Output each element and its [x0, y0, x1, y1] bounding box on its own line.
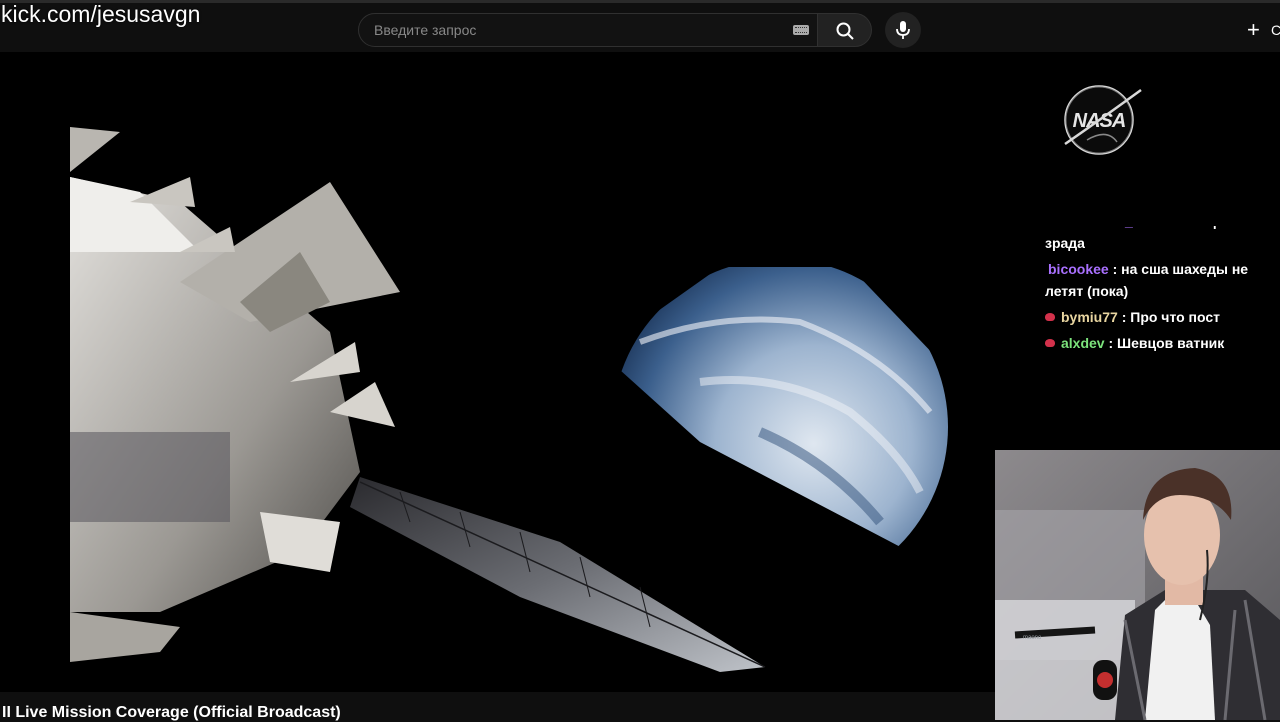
chat-username[interactable]: bicookee	[1048, 261, 1109, 277]
keyboard-icon[interactable]	[793, 25, 809, 35]
chat-overlay: ZEEZBOBA_PRIME : то фейк та зрада bicooke…	[1045, 226, 1277, 358]
search-input[interactable]	[372, 14, 772, 46]
chat-message: ZEEZBOBA_PRIME : то фейк та зрада	[1045, 213, 1277, 254]
voice-search-button[interactable]	[885, 12, 921, 48]
chat-username[interactable]: bymiu77	[1061, 309, 1118, 325]
microphone-icon	[896, 21, 910, 39]
stream-url-overlay: kick.com/jesusavgn	[1, 1, 201, 27]
chat-badge-icon	[1045, 339, 1055, 347]
chat-text: : Шевцов ватник	[1108, 335, 1225, 351]
mic-brand-label: maono	[1023, 635, 1042, 641]
video-title[interactable]: II Live Mission Coverage (Official Broad…	[2, 704, 341, 722]
chat-badge-icon	[1045, 313, 1055, 321]
chat-message: alxdev : Шевцов ватник	[1045, 332, 1277, 354]
video-player[interactable]	[0, 52, 995, 692]
chat-username[interactable]: ZEEZBOBA_PRIME	[1048, 226, 1177, 229]
search-button[interactable]	[818, 13, 872, 47]
search-icon	[836, 22, 854, 40]
stream-overlay-panel: NASA ZEEZBOBA_PRIME : то фейк та зрада bi…	[995, 52, 1280, 450]
streamer-camera: maono	[995, 450, 1280, 720]
create-label: С	[1271, 22, 1280, 38]
chat-username[interactable]: alxdev	[1061, 335, 1105, 351]
chat-text: : Про что пост	[1121, 309, 1221, 325]
chat-message: bicookee : на сша шахеды не летят (пока)	[1045, 258, 1277, 302]
video-title-bar: II Live Mission Coverage (Official Broad…	[0, 692, 995, 722]
chat-text: : то фейк та зрада	[1045, 213, 1263, 251]
nasa-logo: NASA	[1064, 85, 1142, 155]
plus-icon: +	[1247, 17, 1260, 42]
chat-message: bymiu77 : Про что пост	[1045, 306, 1277, 328]
create-button[interactable]: + С	[1244, 17, 1280, 43]
webcam-feed: maono	[995, 450, 1280, 720]
video-frame	[0, 52, 995, 692]
search-box	[358, 13, 818, 47]
